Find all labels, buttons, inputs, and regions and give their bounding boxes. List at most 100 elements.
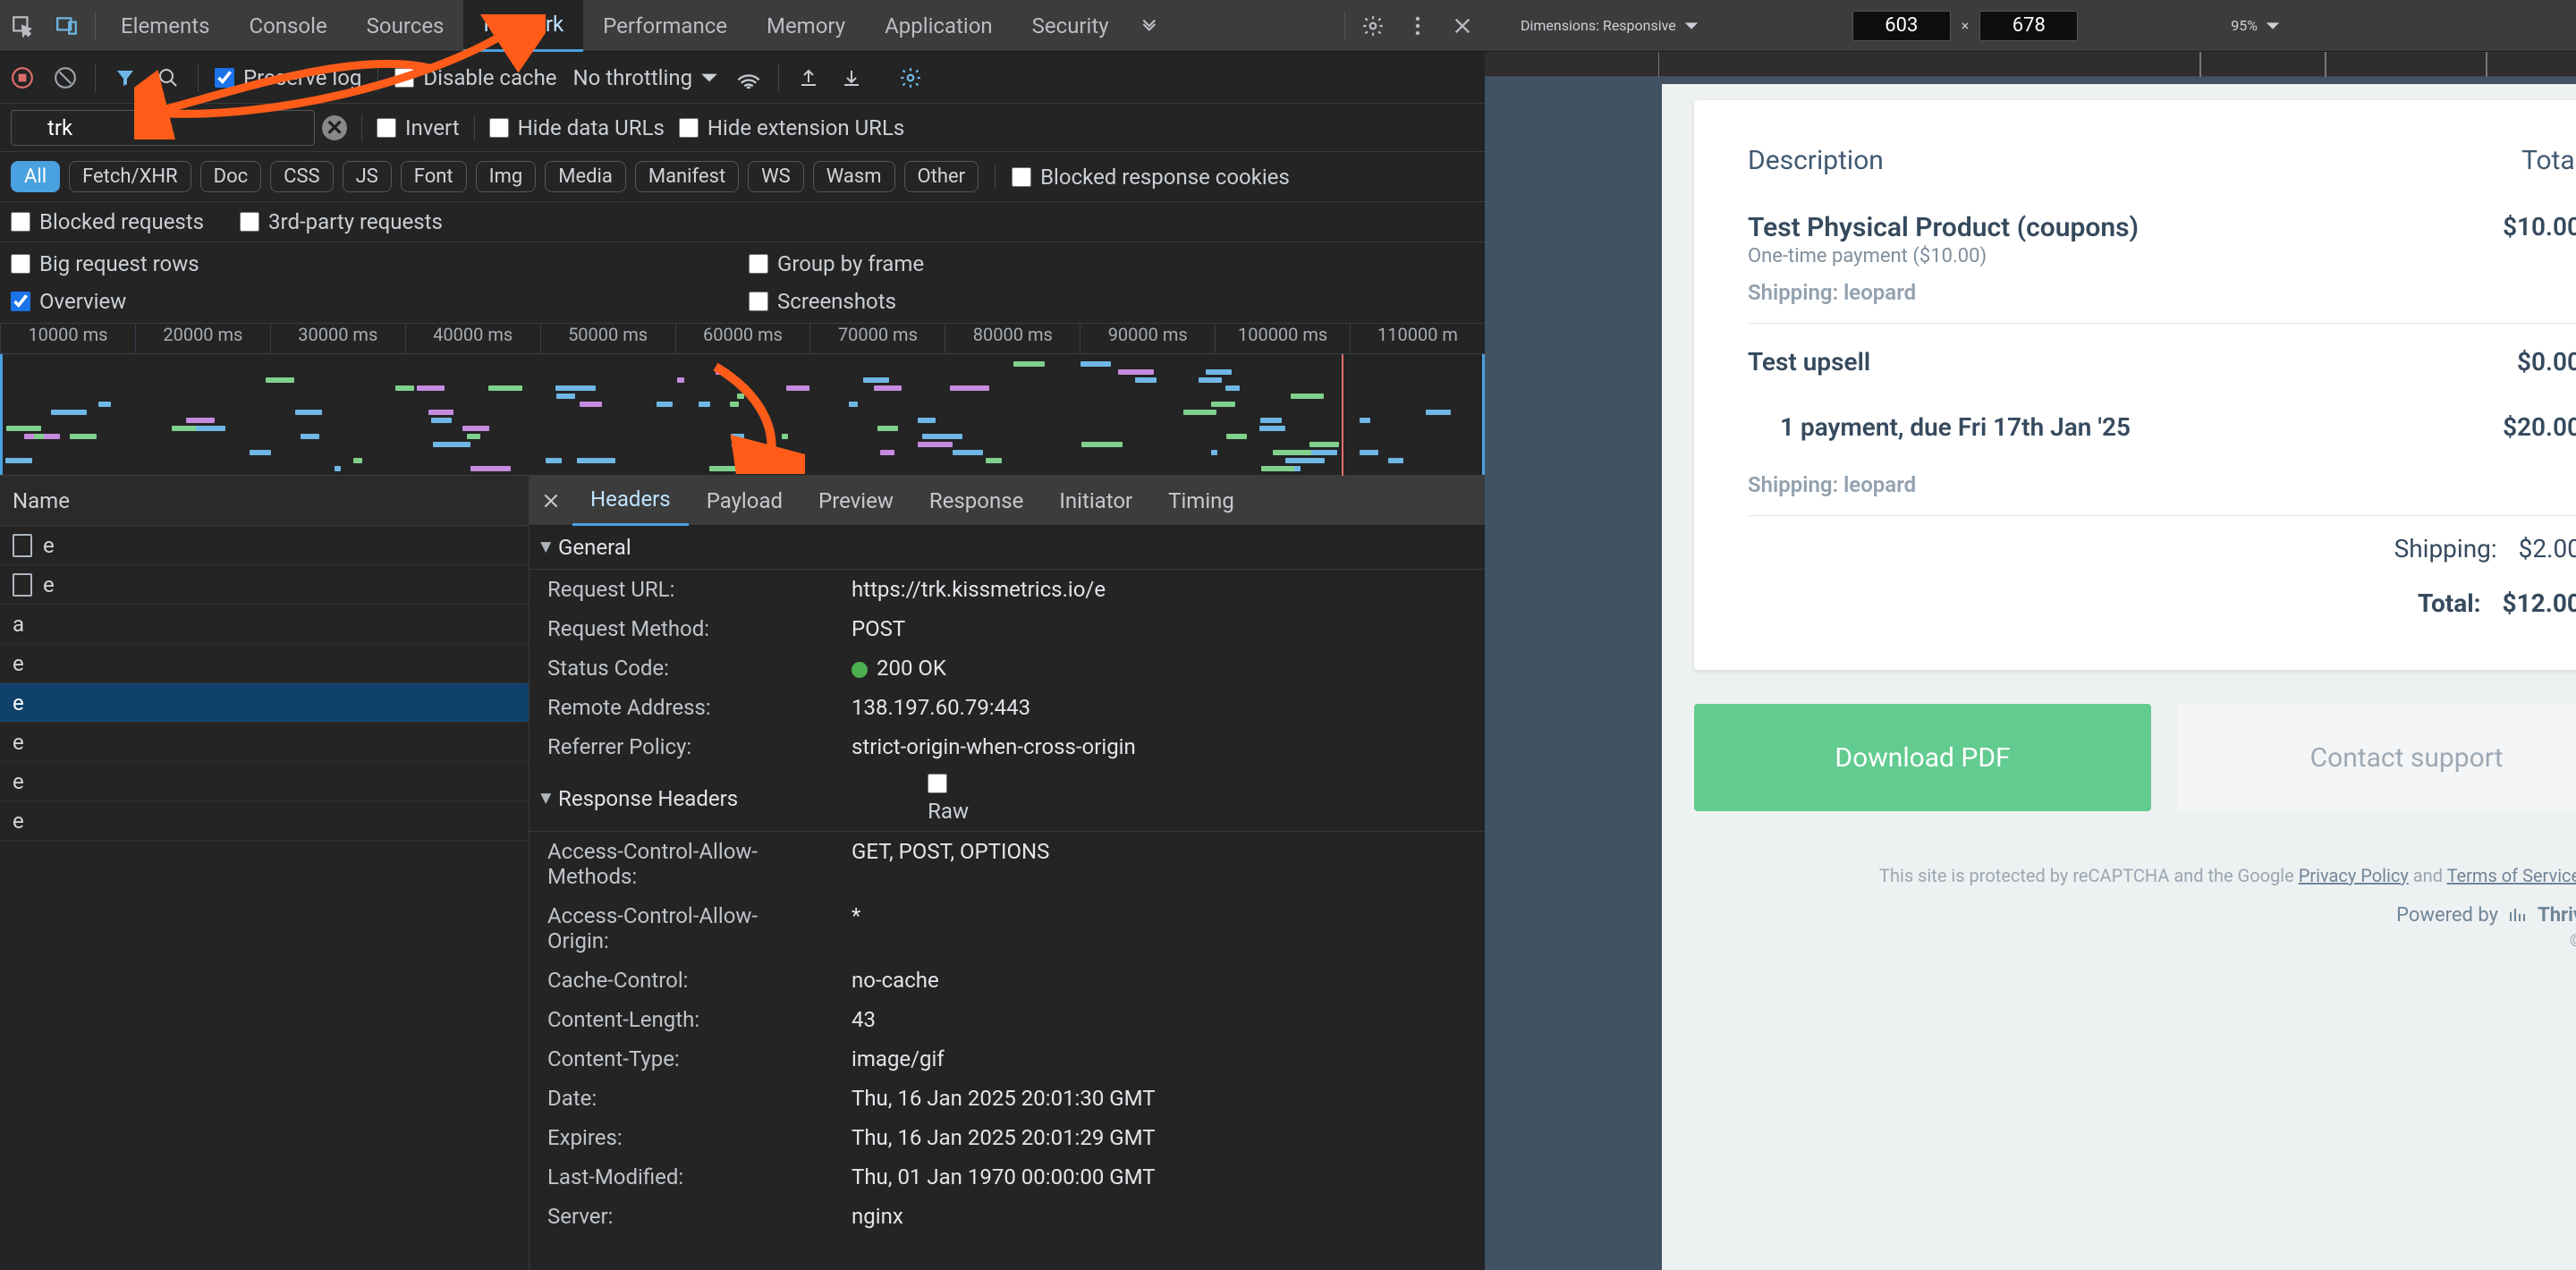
preserve-log-checkbox[interactable]: Preserve log xyxy=(215,65,361,90)
request-row[interactable]: e xyxy=(0,683,529,723)
timeline-bar xyxy=(1388,458,1402,463)
timeline-bar xyxy=(986,458,1003,463)
response-headers-section-header[interactable]: Response Headers xyxy=(542,786,738,811)
overview-checkbox[interactable]: Overview xyxy=(11,289,736,314)
timeline-bar xyxy=(70,434,97,439)
device-toolbar-icon[interactable] xyxy=(45,0,89,52)
detail-tab-payload[interactable]: Payload xyxy=(689,476,801,526)
close-devtools-icon[interactable] xyxy=(1440,0,1485,52)
timeline-bar xyxy=(488,385,522,391)
tab-network[interactable]: Network xyxy=(463,0,583,52)
hide-extension-urls-checkbox[interactable]: Hide extension URLs xyxy=(679,115,904,140)
third-party-checkbox[interactable]: 3rd-party requests xyxy=(240,209,443,234)
terms-link[interactable]: Terms of Service xyxy=(2447,865,2576,886)
big-rows-checkbox[interactable]: Big request rows xyxy=(11,251,736,276)
status-dot-icon xyxy=(852,662,868,678)
clear-filter-icon[interactable]: ✕ xyxy=(322,115,347,140)
type-filter-ws[interactable]: WS xyxy=(748,161,804,192)
privacy-policy-link[interactable]: Privacy Policy xyxy=(2299,865,2409,886)
type-filter-other[interactable]: Other xyxy=(904,161,979,192)
type-filter-all[interactable]: All xyxy=(11,161,60,192)
contact-support-button[interactable]: Contact support xyxy=(2178,704,2576,811)
request-row[interactable]: e xyxy=(0,801,529,841)
timeline-bar xyxy=(1080,361,1110,367)
detail-tab-timing[interactable]: Timing xyxy=(1150,476,1252,526)
breakpoint-ruler[interactable] xyxy=(1485,52,2576,77)
detail-tab-response[interactable]: Response xyxy=(911,476,1041,526)
filter-funnel-icon[interactable] xyxy=(112,64,139,91)
disable-cache-checkbox[interactable]: Disable cache xyxy=(394,65,556,90)
filter-input[interactable] xyxy=(11,110,315,146)
detail-tab-preview[interactable]: Preview xyxy=(801,476,911,526)
type-filter-media[interactable]: Media xyxy=(545,161,626,192)
type-filter-wasm[interactable]: Wasm xyxy=(813,161,895,192)
header-kv-row: Content-Length:43 xyxy=(530,1000,1485,1039)
tab-sources[interactable]: Sources xyxy=(347,0,464,52)
request-row[interactable]: a xyxy=(0,605,529,644)
request-row[interactable]: e xyxy=(0,526,529,565)
download-pdf-button[interactable]: Download PDF xyxy=(1694,704,2151,811)
clear-log-icon[interactable] xyxy=(52,64,79,91)
total-header: Total xyxy=(2521,145,2576,176)
more-tabs-icon[interactable] xyxy=(1129,0,1174,52)
tab-memory[interactable]: Memory xyxy=(747,0,865,52)
zoom-select[interactable]: 95% xyxy=(2231,17,2281,34)
height-input[interactable] xyxy=(1979,11,2078,41)
invert-checkbox[interactable]: Invert xyxy=(377,115,460,140)
blocked-requests-checkbox[interactable]: Blocked requests xyxy=(11,209,204,234)
timeline-bar xyxy=(1199,377,1222,383)
timeline-bar xyxy=(709,466,746,471)
tab-security[interactable]: Security xyxy=(1013,0,1129,52)
blocked-cookies-checkbox[interactable]: Blocked response cookies xyxy=(1012,165,1290,190)
requests-header[interactable]: Name xyxy=(0,476,529,526)
timeline-bar xyxy=(470,466,511,471)
dimensions-select[interactable]: Dimensions: Responsive xyxy=(1521,17,1699,34)
type-filter-img[interactable]: Img xyxy=(476,161,537,192)
throttling-select[interactable]: No throttling xyxy=(573,65,720,90)
close-detail-icon[interactable] xyxy=(530,492,572,510)
screenshots-checkbox[interactable]: Screenshots xyxy=(749,289,1474,314)
timeline-bar xyxy=(1260,418,1283,423)
network-timeline[interactable]: 10000 ms20000 ms30000 ms40000 ms50000 ms… xyxy=(0,324,1485,476)
record-button-icon[interactable] xyxy=(9,64,36,91)
settings-gear-icon[interactable] xyxy=(1351,0,1395,52)
request-detail-column: HeadersPayloadPreviewResponseInitiatorTi… xyxy=(530,476,1485,1270)
timeline-bar xyxy=(266,377,294,383)
type-filter-css[interactable]: CSS xyxy=(270,161,333,192)
description-header: Description xyxy=(1748,145,1884,176)
tab-application[interactable]: Application xyxy=(865,0,1013,52)
request-row[interactable]: e xyxy=(0,723,529,762)
kebab-menu-icon[interactable] xyxy=(1395,0,1440,52)
header-value: strict-origin-when-cross-origin xyxy=(852,734,1467,759)
type-filter-font[interactable]: Font xyxy=(401,161,467,192)
type-filter-doc[interactable]: Doc xyxy=(200,161,262,192)
upload-icon[interactable] xyxy=(795,64,822,91)
header-key: Content-Length: xyxy=(547,1007,816,1032)
request-row[interactable]: e xyxy=(0,565,529,605)
download-icon[interactable] xyxy=(838,64,865,91)
request-row[interactable]: e xyxy=(0,762,529,801)
search-icon[interactable] xyxy=(155,64,182,91)
tab-console[interactable]: Console xyxy=(229,0,346,52)
type-filter-fetch-xhr[interactable]: Fetch/XHR xyxy=(69,161,191,192)
hide-data-urls-checkbox[interactable]: Hide data URLs xyxy=(489,115,665,140)
timeline-bar xyxy=(250,450,270,455)
request-row[interactable]: e xyxy=(0,644,529,683)
type-filter-js[interactable]: JS xyxy=(343,161,392,192)
network-conditions-icon[interactable] xyxy=(735,64,762,91)
type-filter-manifest[interactable]: Manifest xyxy=(635,161,739,192)
general-section-header[interactable]: General xyxy=(530,526,1485,570)
group-frame-checkbox[interactable]: Group by frame xyxy=(749,251,1474,276)
tab-elements[interactable]: Elements xyxy=(101,0,229,52)
detail-tab-headers[interactable]: Headers xyxy=(572,476,689,526)
inspect-element-icon[interactable] xyxy=(0,0,45,52)
tab-performance[interactable]: Performance xyxy=(583,0,747,52)
raw-checkbox[interactable]: Raw xyxy=(928,774,969,824)
timeline-bar xyxy=(1183,410,1216,415)
network-settings-gear-icon[interactable] xyxy=(897,64,924,91)
width-input[interactable] xyxy=(1852,11,1951,41)
request-name: e xyxy=(43,533,55,558)
timeline-bar xyxy=(922,434,962,439)
detail-tab-initiator[interactable]: Initiator xyxy=(1041,476,1150,526)
header-key: Server: xyxy=(547,1204,816,1229)
